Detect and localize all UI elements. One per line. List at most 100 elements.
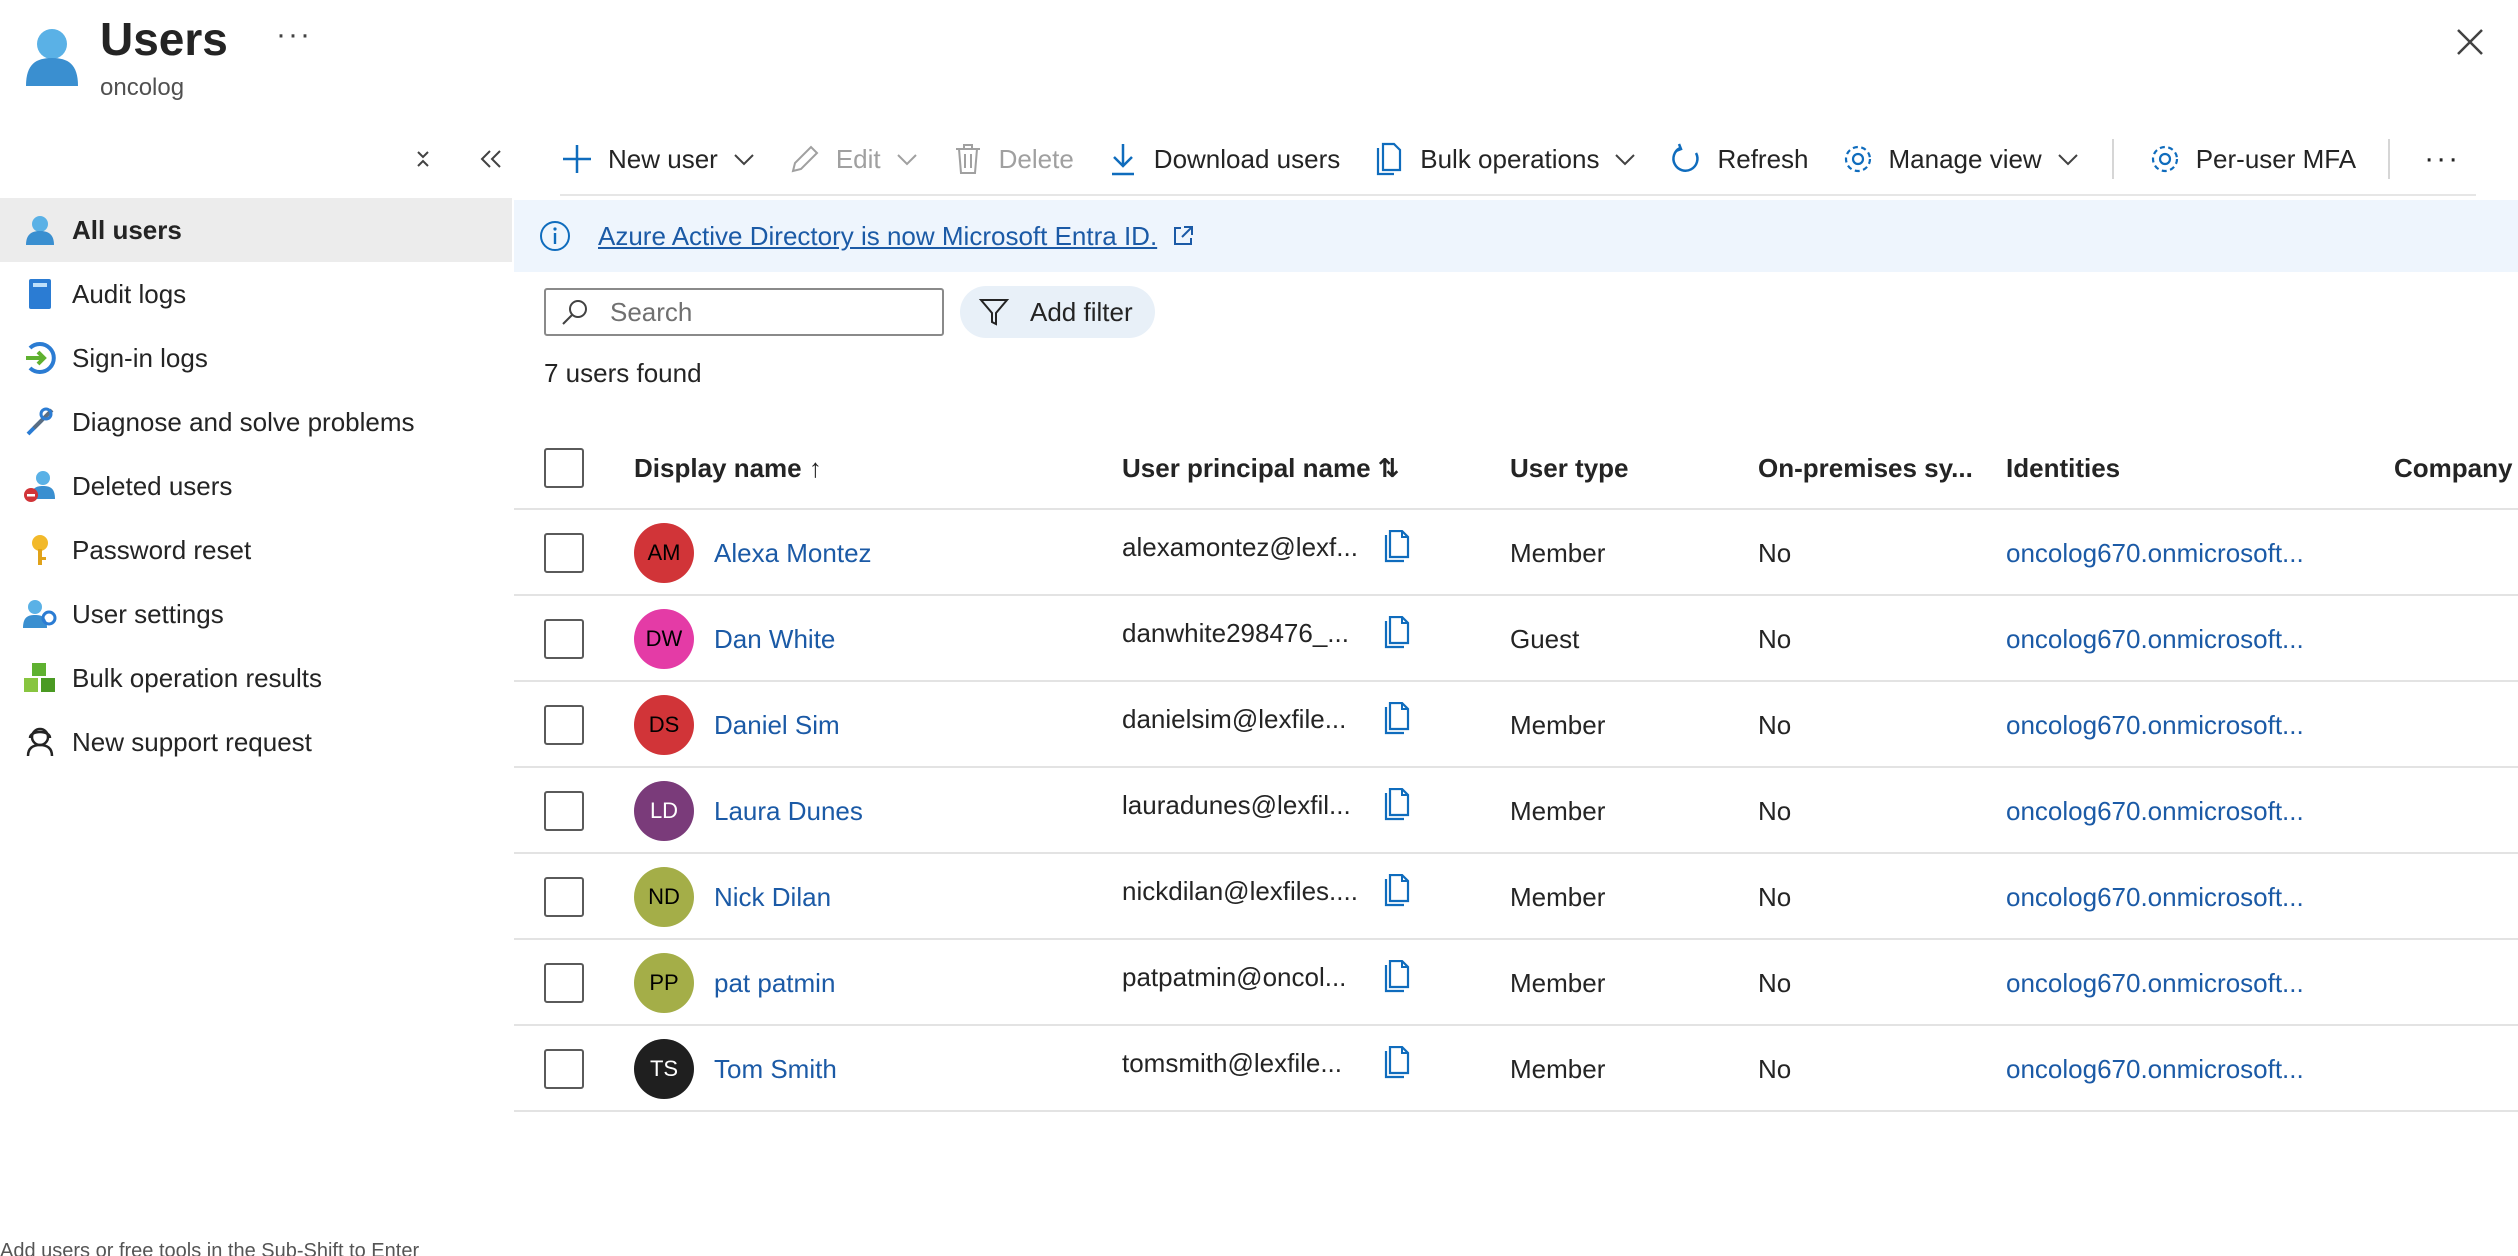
table-row[interactable]: DW Dan White danwhite298476_... Guest No…: [514, 596, 2518, 682]
identity-link[interactable]: oncolog670.onmicrosoft...: [2006, 1054, 2304, 1085]
users-blade-icon: [24, 24, 80, 88]
identity-link[interactable]: oncolog670.onmicrosoft...: [2006, 796, 2304, 827]
info-icon: [540, 221, 570, 251]
on-premises-sync: No: [1758, 967, 1792, 998]
chevron-down-icon[interactable]: [895, 147, 919, 171]
table-row[interactable]: LD Laura Dunes lauradunes@lexfil... Memb…: [514, 768, 2518, 854]
sidebar-item-diagnose[interactable]: Diagnose and solve problems: [0, 390, 512, 454]
copy-to-clipboard-button[interactable]: [1378, 1045, 1412, 1082]
sidebar-item-audit-logs[interactable]: Audit logs: [0, 262, 512, 326]
copy-to-clipboard-button[interactable]: [1378, 701, 1412, 738]
download-users-button[interactable]: Download users: [1106, 134, 1340, 184]
user-type: Member: [1510, 537, 1606, 568]
identity-link[interactable]: oncolog670.onmicrosoft...: [2006, 968, 2304, 999]
column-header-user-type[interactable]: User type: [1510, 426, 1629, 510]
sidebar-item-deleted-users[interactable]: Deleted users: [0, 454, 512, 518]
copy-to-clipboard-button[interactable]: [1378, 959, 1412, 996]
copy-icon: [1384, 701, 1410, 735]
bulk-document-icon: [1372, 142, 1406, 176]
copy-icon: [1384, 529, 1410, 563]
search-input[interactable]: [610, 296, 930, 328]
sidebar-collapse-button[interactable]: [476, 144, 506, 174]
column-header-on-premises[interactable]: On-premises sy...: [1758, 426, 1973, 510]
row-checkbox[interactable]: [544, 877, 584, 917]
add-filter-label: Add filter: [1030, 296, 1133, 327]
column-header-upn[interactable]: User principal name ⇅: [1122, 426, 1400, 510]
table-header-row: Display name ↑ User principal name ⇅ Use…: [514, 426, 2518, 510]
support-icon: [22, 724, 58, 760]
row-checkbox[interactable]: [544, 619, 584, 659]
entra-rename-link[interactable]: Azure Active Directory is now Microsoft …: [598, 221, 1157, 252]
column-header-display-name[interactable]: Display name ↑: [634, 426, 822, 510]
reset-arrows-icon: [417, 151, 429, 167]
identity-link[interactable]: oncolog670.onmicrosoft...: [2006, 624, 2304, 655]
user-display-name-link[interactable]: Tom Smith: [714, 1054, 837, 1085]
sidebar-item-label: Sign-in logs: [72, 342, 208, 373]
chevron-down-icon[interactable]: [1613, 147, 1637, 171]
table-row[interactable]: PP pat patmin patpatmin@oncol... Member …: [514, 940, 2518, 1026]
copy-to-clipboard-button[interactable]: [1378, 787, 1412, 824]
user-display-name-link[interactable]: Laura Dunes: [714, 796, 863, 827]
select-all-checkbox[interactable]: [544, 448, 584, 488]
close-button[interactable]: [2452, 24, 2488, 60]
close-icon: [2457, 29, 2483, 55]
user-type: Member: [1510, 795, 1606, 826]
title-more-button[interactable]: ···: [276, 18, 312, 52]
user-display-name-link[interactable]: Nick Dilan: [714, 882, 831, 913]
double-chevron-left-icon: [480, 150, 501, 168]
user-principal-name: lauradunes@lexfil...: [1122, 789, 1351, 820]
row-checkbox[interactable]: [544, 791, 584, 831]
copy-to-clipboard-button[interactable]: [1378, 615, 1412, 652]
user-display-name-link[interactable]: Alexa Montez: [714, 538, 872, 569]
table-row[interactable]: TS Tom Smith tomsmith@lexfile... Member …: [514, 1026, 2518, 1112]
table-body: AM Alexa Montez alexamontez@lexf... Memb…: [514, 510, 2518, 1112]
manage-view-button[interactable]: Manage view: [1841, 134, 2080, 184]
table-row[interactable]: ND Nick Dilan nickdilan@lexfiles.... Mem…: [514, 854, 2518, 940]
delete-button[interactable]: Delete: [951, 134, 1074, 184]
chevron-down-icon[interactable]: [732, 147, 756, 171]
row-checkbox[interactable]: [544, 1049, 584, 1089]
new-user-button[interactable]: New user: [560, 134, 756, 184]
row-checkbox[interactable]: [544, 705, 584, 745]
table-row[interactable]: AM Alexa Montez alexamontez@lexf... Memb…: [514, 510, 2518, 596]
identity-link[interactable]: oncolog670.onmicrosoft...: [2006, 710, 2304, 741]
identity-link[interactable]: oncolog670.onmicrosoft...: [2006, 882, 2304, 913]
sidebar-reset-button[interactable]: [408, 144, 438, 174]
on-premises-sync: No: [1758, 1053, 1792, 1084]
user-type: Member: [1510, 967, 1606, 998]
column-header-identities[interactable]: Identities: [2006, 426, 2120, 510]
per-user-mfa-label: Per-user MFA: [2195, 143, 2357, 174]
avatar: DW: [634, 609, 694, 669]
refresh-button[interactable]: Refresh: [1669, 134, 1809, 184]
sidebar-footer-text: Add users or free tools in the Sub-Shift…: [0, 1240, 420, 1256]
chevron-down-icon[interactable]: [2056, 147, 2080, 171]
row-checkbox[interactable]: [544, 533, 584, 573]
sidebar-item-all-users[interactable]: All users: [0, 198, 512, 262]
filter-icon: [978, 299, 1010, 326]
user-display-name-link[interactable]: Daniel Sim: [714, 710, 840, 741]
sidebar-item-user-settings[interactable]: User settings: [0, 582, 512, 646]
user-display-name-link[interactable]: Dan White: [714, 624, 835, 655]
toolbar-more-button[interactable]: ···: [2424, 134, 2460, 184]
per-user-mfa-button[interactable]: Per-user MFA: [2148, 134, 2356, 184]
bulk-operations-button[interactable]: Bulk operations: [1372, 134, 1637, 184]
external-link-icon[interactable]: [1171, 224, 1195, 248]
copy-to-clipboard-button[interactable]: [1378, 529, 1412, 566]
row-checkbox[interactable]: [544, 963, 584, 1003]
copy-to-clipboard-button[interactable]: [1378, 873, 1412, 910]
user-type: Member: [1510, 1053, 1606, 1084]
identity-link[interactable]: oncolog670.onmicrosoft...: [2006, 538, 2304, 569]
sidebar-item-bulk-operation-results[interactable]: Bulk operation results: [0, 646, 512, 710]
sidebar-item-new-support-request[interactable]: New support request: [0, 710, 512, 774]
edit-button[interactable]: Edit: [788, 134, 919, 184]
sidebar-item-password-reset[interactable]: Password reset: [0, 518, 512, 582]
sidebar-item-sign-in-logs[interactable]: Sign-in logs: [0, 326, 512, 390]
copy-icon: [1384, 615, 1410, 649]
avatar: LD: [634, 781, 694, 841]
user-type: Member: [1510, 881, 1606, 912]
user-display-name-link[interactable]: pat patmin: [714, 968, 835, 999]
add-filter-button[interactable]: Add filter: [960, 286, 1155, 338]
user-type: Member: [1510, 709, 1606, 740]
column-header-company[interactable]: Company n: [2394, 426, 2518, 510]
table-row[interactable]: DS Daniel Sim danielsim@lexfile... Membe…: [514, 682, 2518, 768]
